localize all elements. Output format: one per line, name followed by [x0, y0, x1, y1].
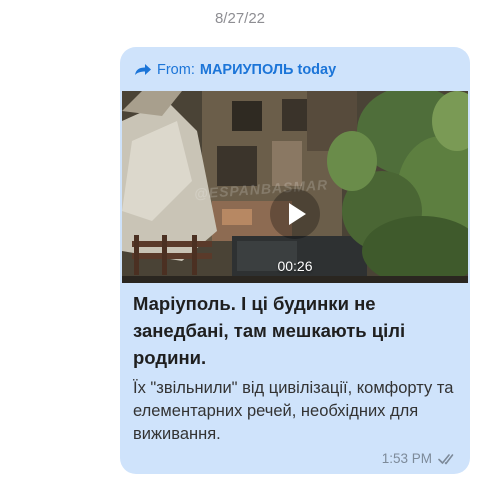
forwarded-header[interactable]: From: МАРИУПОЛЬ today — [134, 61, 336, 79]
message-meta: 1:53 PM — [382, 451, 458, 466]
play-button[interactable] — [270, 189, 320, 239]
message-time: 1:53 PM — [381, 451, 432, 466]
forward-arrow-icon — [135, 64, 151, 75]
date-divider: 8/27/22 — [214, 10, 266, 27]
forward-channel-link[interactable]: МАРИУПОЛЬ today — [200, 62, 336, 78]
message-bubble[interactable]: From: МАРИУПОЛЬ today @ESPANBASMAR 00:26… — [120, 47, 470, 474]
message-headline: Маріуполь. І ці будинки не занедбані, та… — [133, 293, 406, 368]
video-duration: 00:26 — [277, 258, 313, 274]
video-thumbnail[interactable]: @ESPANBASMAR 00:26 — [122, 91, 468, 283]
double-check-icon — [438, 453, 454, 464]
message-body: Їх "звільнили" від цивілізації, комфорту… — [133, 379, 454, 443]
forward-from-label: From: — [157, 62, 195, 78]
play-icon — [289, 203, 306, 225]
